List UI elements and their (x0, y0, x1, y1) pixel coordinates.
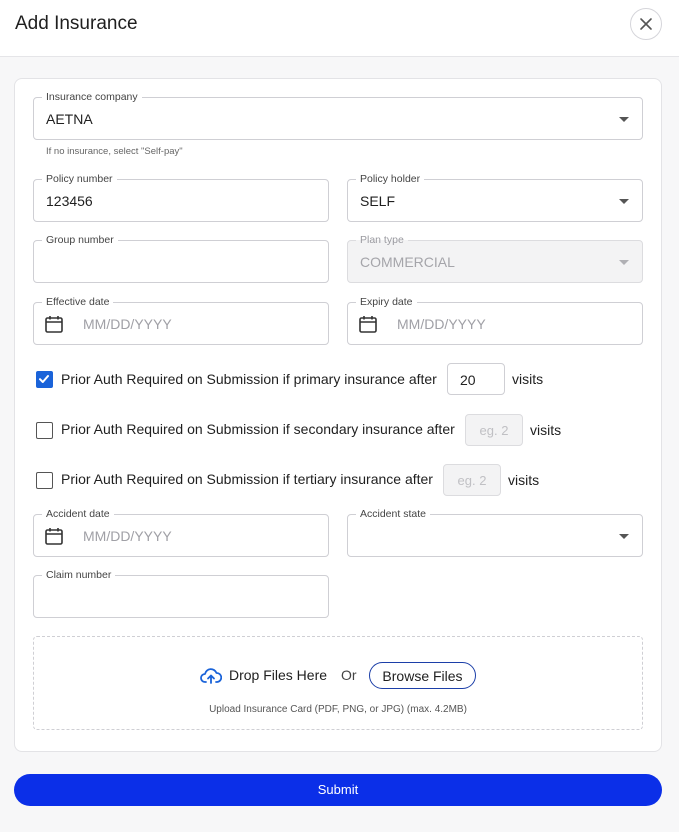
upload-dropzone[interactable] (33, 636, 643, 730)
accident-date-field[interactable]: Accident date MM/DD/YYYY (33, 507, 329, 557)
insurance-company-select[interactable]: Insurance company AETNA (33, 90, 643, 140)
prior-auth-tertiary-unit: visits (508, 472, 540, 488)
plan-type-select: Plan type COMMERCIAL (347, 233, 643, 283)
dialog-title: Add Insurance (15, 13, 138, 34)
effective-date-placeholder: MM/DD/YYYY (83, 316, 172, 332)
expiry-date-label: Expiry date (356, 295, 417, 309)
prior-auth-tertiary-row: Prior Auth Required on Submission if ter… (36, 464, 441, 494)
claim-number-label: Claim number (42, 568, 116, 582)
chevron-down-icon (619, 117, 629, 122)
drop-files-text: Drop Files Here (229, 667, 328, 683)
prior-auth-primary-label: Prior Auth Required on Submission if pri… (61, 371, 437, 387)
prior-auth-tertiary-checkbox[interactable] (36, 472, 53, 489)
policy-holder-label: Policy holder (356, 172, 425, 186)
insurance-company-value: AETNA (46, 111, 93, 127)
policy-number-label: Policy number (42, 172, 117, 186)
group-number-label: Group number (42, 233, 118, 247)
accident-state-label: Accident state (356, 507, 430, 521)
prior-auth-tertiary-visits-placeholder: eg. 2 (457, 473, 487, 488)
check-icon (39, 375, 49, 383)
accident-state-select[interactable]: Accident state (347, 507, 643, 557)
prior-auth-secondary-visits-placeholder: eg. 2 (479, 423, 509, 438)
prior-auth-secondary-unit: visits (530, 422, 562, 438)
plan-type-value: COMMERCIAL (360, 254, 455, 270)
accident-date-placeholder: MM/DD/YYYY (83, 528, 172, 544)
accident-date-label: Accident date (42, 507, 114, 521)
prior-auth-secondary-visits-input[interactable]: eg. 2 (465, 414, 523, 446)
upload-hint: Upload Insurance Card (PDF, PNG, or JPG)… (209, 704, 467, 715)
cloud-upload-icon (200, 668, 222, 684)
prior-auth-primary-visits-input[interactable]: 20 (447, 363, 505, 395)
close-icon (640, 18, 652, 30)
submit-button[interactable]: Submit (14, 774, 662, 806)
chevron-down-icon (619, 534, 629, 539)
policy-holder-value: SELF (360, 193, 396, 209)
close-button[interactable] (630, 8, 662, 40)
calendar-icon[interactable] (358, 314, 378, 334)
prior-auth-secondary-label: Prior Auth Required on Submission if sec… (61, 421, 455, 437)
effective-date-label: Effective date (42, 295, 114, 309)
chevron-down-icon (619, 199, 629, 204)
dialog-header: Add Insurance (0, 0, 679, 57)
policy-number-field[interactable]: Policy number 123456 (33, 172, 329, 222)
calendar-icon[interactable] (44, 526, 64, 546)
prior-auth-secondary-checkbox[interactable] (36, 422, 53, 439)
expiry-date-field[interactable]: Expiry date MM/DD/YYYY (347, 295, 643, 345)
chevron-down-icon (619, 260, 629, 265)
policy-number-value: 123456 (46, 193, 93, 209)
insurance-company-label: Insurance company (42, 90, 142, 104)
browse-files-button[interactable]: Browse Files (369, 662, 476, 689)
insurance-company-helper: If no insurance, select "Self-pay" (46, 146, 183, 157)
prior-auth-primary-visits-value: 20 (460, 372, 476, 388)
prior-auth-secondary-row: Prior Auth Required on Submission if sec… (36, 414, 461, 444)
policy-holder-select[interactable]: Policy holder SELF (347, 172, 643, 222)
plan-type-label: Plan type (356, 233, 408, 247)
prior-auth-tertiary-visits-input[interactable]: eg. 2 (443, 464, 501, 496)
prior-auth-primary-checkbox[interactable] (36, 371, 53, 388)
expiry-date-placeholder: MM/DD/YYYY (397, 316, 486, 332)
group-number-field[interactable]: Group number (33, 233, 329, 283)
prior-auth-primary-unit: visits (512, 371, 544, 387)
claim-number-field[interactable]: Claim number (33, 568, 329, 618)
or-text: Or (341, 667, 357, 683)
prior-auth-tertiary-label: Prior Auth Required on Submission if ter… (61, 471, 433, 487)
calendar-icon[interactable] (44, 314, 64, 334)
effective-date-field[interactable]: Effective date MM/DD/YYYY (33, 295, 329, 345)
